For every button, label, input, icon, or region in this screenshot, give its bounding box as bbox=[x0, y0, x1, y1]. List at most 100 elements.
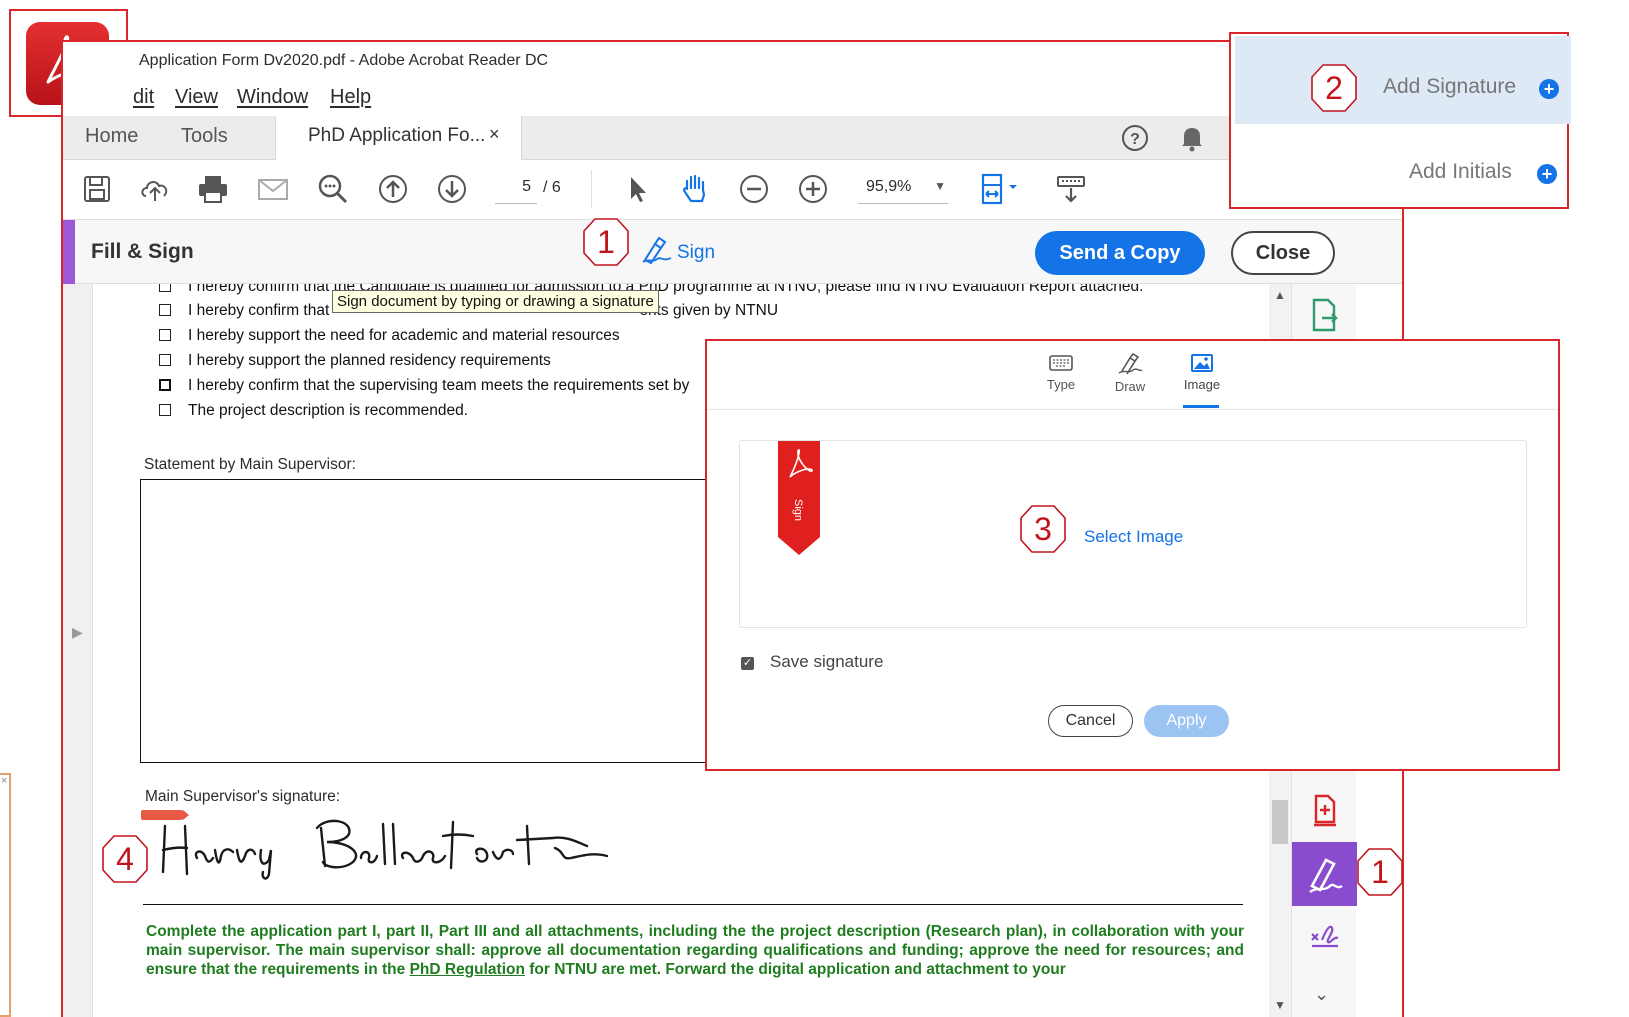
fit-page-icon[interactable] bbox=[975, 171, 1025, 207]
page-number-input[interactable]: 5 bbox=[495, 178, 537, 204]
sign-ribbon-icon: Sign bbox=[778, 441, 820, 555]
plus-circle-icon: + bbox=[1539, 79, 1559, 99]
background-window-fragment: × bbox=[0, 773, 11, 1017]
search-icon[interactable] bbox=[315, 171, 351, 207]
signature-line bbox=[143, 904, 1243, 905]
fill-sign-tool-active[interactable] bbox=[1292, 842, 1357, 906]
menu-bar: dit View Window Help bbox=[63, 82, 1402, 116]
image-icon bbox=[1191, 354, 1213, 372]
scroll-thumb[interactable] bbox=[1272, 800, 1288, 844]
scroll-up-icon[interactable]: ▲ bbox=[1274, 288, 1286, 302]
instruction-text-end: for NTNU are met. Forward the digital ap… bbox=[524, 961, 1066, 978]
step-marker-1: 1 bbox=[582, 217, 630, 267]
tab-draw-label: Draw bbox=[1114, 379, 1146, 394]
step-marker-3: 3 bbox=[1019, 504, 1067, 554]
tab-image[interactable]: Image bbox=[1172, 353, 1232, 392]
toolbar: 5 / 6 95,9% ▼ bbox=[63, 160, 1402, 220]
save-signature-label: Save signature bbox=[770, 652, 884, 671]
step-marker-4: 4 bbox=[101, 834, 149, 884]
menu-view[interactable]: View bbox=[175, 86, 218, 109]
bell-icon[interactable] bbox=[1179, 124, 1205, 158]
step-1-label: 1 bbox=[597, 224, 615, 260]
statement-label: Statement by Main Supervisor: bbox=[144, 456, 356, 473]
save-icon[interactable] bbox=[79, 171, 115, 207]
fill-sign-accent bbox=[63, 220, 75, 284]
hand-tool-icon[interactable] bbox=[677, 171, 713, 207]
zoom-out-icon[interactable] bbox=[736, 171, 772, 207]
checkbox[interactable] bbox=[159, 329, 171, 341]
checkbox-label: I hereby support the planned residency r… bbox=[188, 352, 551, 369]
close-button[interactable]: Close bbox=[1231, 231, 1335, 275]
print-icon[interactable] bbox=[195, 171, 231, 207]
tab-home[interactable]: Home bbox=[85, 125, 138, 148]
upload-cloud-icon[interactable] bbox=[137, 171, 173, 207]
tab-bar: Home Tools PhD Application Fo... × ? bbox=[63, 116, 1402, 160]
step-1b-label: 1 bbox=[1371, 854, 1389, 890]
select-image-link[interactable]: Select Image bbox=[1084, 527, 1183, 547]
email-icon[interactable] bbox=[255, 171, 291, 207]
instruction-paragraph: Complete the application part I, part II… bbox=[146, 922, 1244, 979]
menu-help[interactable]: Help bbox=[330, 86, 371, 109]
chevron-down-icon: ▼ bbox=[934, 179, 946, 193]
tab-type[interactable]: Type bbox=[1031, 353, 1091, 392]
checkbox[interactable] bbox=[159, 284, 171, 292]
save-signature-checkbox[interactable]: ✓ Save signature bbox=[741, 652, 883, 672]
step-4-label: 4 bbox=[116, 841, 134, 877]
tab-type-label: Type bbox=[1046, 377, 1076, 392]
sign-bookmark: Sign bbox=[778, 441, 820, 555]
cancel-button[interactable]: Cancel bbox=[1048, 705, 1133, 737]
fill-sign-bar: Fill & Sign Sign Send a Copy Close bbox=[63, 220, 1402, 284]
next-page-icon[interactable] bbox=[434, 171, 470, 207]
checkbox-label: The project description is recommended. bbox=[188, 402, 468, 419]
fill-sign-title: Fill & Sign bbox=[91, 240, 194, 263]
tab-draw[interactable]: Draw bbox=[1100, 353, 1160, 394]
keyboard-icon bbox=[1049, 355, 1073, 371]
sign-label: Sign bbox=[677, 242, 716, 263]
phd-regulation-link[interactable]: PhD Regulation bbox=[410, 961, 525, 978]
scroll-down-icon[interactable]: ▼ bbox=[1274, 998, 1286, 1012]
tab-document[interactable]: PhD Application Fo... × bbox=[275, 116, 522, 160]
tab-tools[interactable]: Tools bbox=[181, 125, 228, 148]
checkbox[interactable] bbox=[159, 379, 171, 391]
page-total: / 6 bbox=[543, 179, 561, 196]
checkbox-label: I hereby support the need for academic a… bbox=[188, 327, 620, 344]
previous-page-icon[interactable] bbox=[375, 171, 411, 207]
image-drop-area[interactable]: Sign Select Image bbox=[739, 440, 1527, 628]
menu-window[interactable]: Window bbox=[237, 86, 308, 109]
scroll-mode-icon[interactable] bbox=[1053, 171, 1089, 207]
zoom-in-icon[interactable] bbox=[795, 171, 831, 207]
sign-button[interactable]: Sign bbox=[641, 236, 716, 265]
handwritten-signature bbox=[161, 819, 609, 880]
title-bar: Application Form Dv2020.pdf - Adobe Acro… bbox=[63, 42, 1402, 82]
checkbox[interactable] bbox=[159, 404, 171, 416]
close-tab-icon[interactable]: × bbox=[489, 124, 500, 145]
svg-text:?: ? bbox=[1130, 131, 1140, 148]
signature-label: Main Supervisor's signature: bbox=[145, 788, 341, 805]
left-panel-toggle[interactable]: ▶ bbox=[63, 284, 93, 1017]
sign-tooltip: Sign document by typing or drawing a sig… bbox=[332, 290, 659, 313]
checkbox-label: I hereby confirm that the supervising te… bbox=[188, 377, 690, 394]
menu-edit[interactable]: dit bbox=[133, 86, 154, 109]
request-signatures-icon[interactable] bbox=[1308, 920, 1342, 959]
zoom-level-select[interactable]: 95,9% ▼ bbox=[858, 178, 948, 204]
signature-image[interactable] bbox=[157, 812, 677, 882]
step-marker-2: 2 bbox=[1310, 63, 1358, 113]
close-icon: × bbox=[1, 775, 8, 787]
document-tab-label: PhD Application Fo... bbox=[308, 125, 486, 146]
send-a-copy-button[interactable]: Send a Copy bbox=[1035, 231, 1205, 275]
signature-pen-icon bbox=[1309, 858, 1343, 894]
add-signature-popover: Add Signature + Add Initials + bbox=[1229, 32, 1571, 209]
checkbox[interactable] bbox=[159, 354, 171, 366]
checkbox[interactable] bbox=[159, 304, 171, 316]
select-cursor-icon[interactable] bbox=[619, 171, 655, 207]
checkbox-row: The project description is recommended. bbox=[159, 402, 468, 420]
create-pdf-icon[interactable] bbox=[1310, 794, 1340, 833]
window-title: Application Form Dv2020.pdf - Adobe Acro… bbox=[139, 52, 549, 69]
apply-button[interactable]: Apply bbox=[1144, 705, 1229, 737]
pen-sign-icon bbox=[642, 236, 672, 265]
rail-expand-chevron-icon[interactable]: ⌄ bbox=[1314, 984, 1329, 1005]
export-pdf-icon[interactable] bbox=[1310, 298, 1340, 337]
bookmark-label: Sign bbox=[792, 499, 804, 521]
help-icon[interactable]: ? bbox=[1121, 124, 1149, 158]
add-signature-item[interactable]: Add Signature + bbox=[1235, 36, 1571, 124]
